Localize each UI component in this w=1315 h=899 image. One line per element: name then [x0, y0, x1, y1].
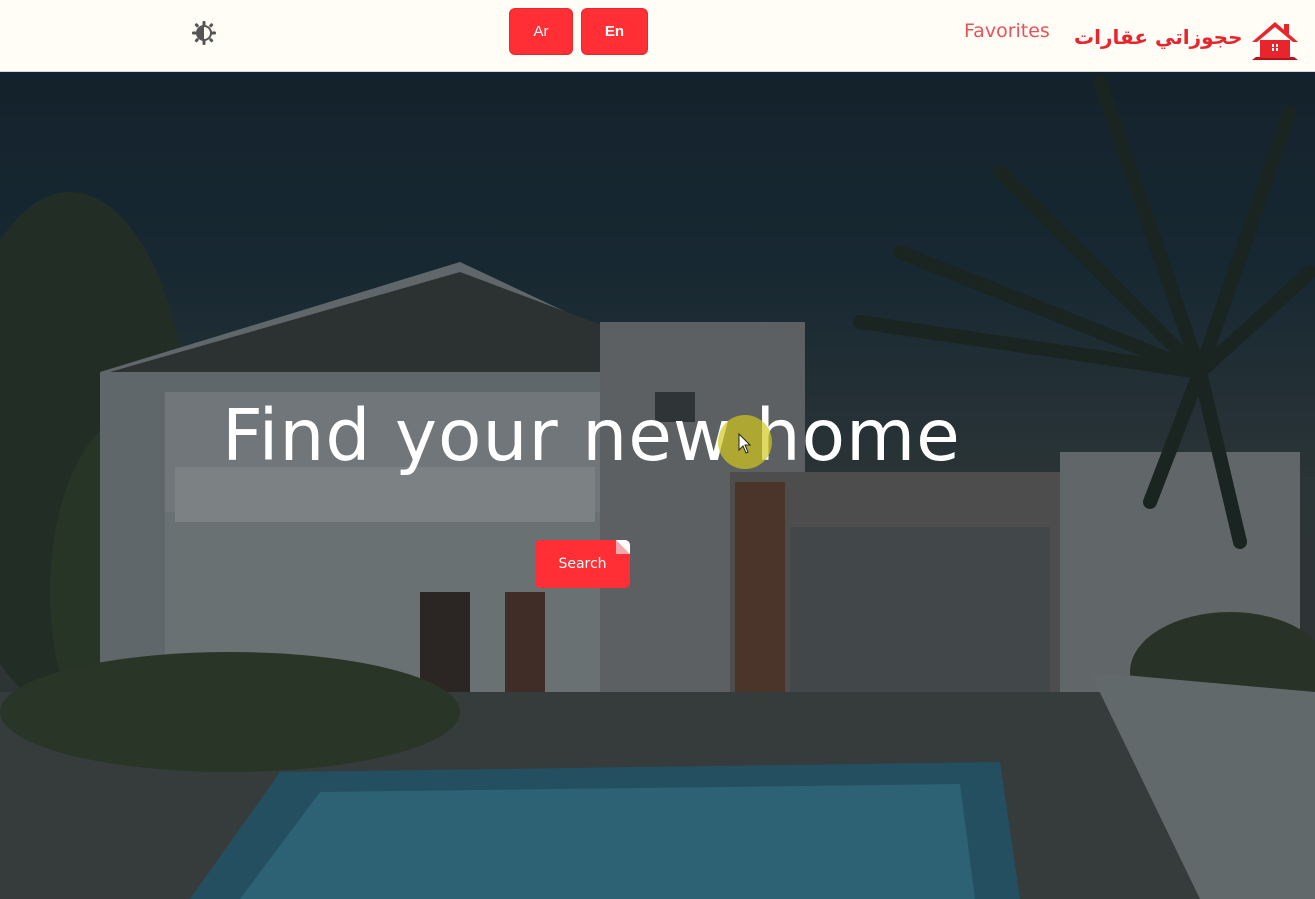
favorites-link[interactable]: Favorites — [964, 20, 1050, 42]
brand-home-link[interactable]: حجوزاتي عقارات — [1074, 14, 1302, 62]
house-logo-icon — [1252, 22, 1299, 60]
lang-ar-button[interactable]: Ar — [509, 8, 573, 55]
hero-section: Find your new home Search — [0, 72, 1315, 899]
hero-dark-overlay — [0, 72, 1315, 899]
top-navbar: Ar En Favorites حجوزاتي عقارات — [0, 0, 1315, 72]
lang-en-button[interactable]: En — [581, 8, 648, 55]
hero-title: Find your new home — [222, 394, 961, 477]
mouse-pointer-icon — [738, 433, 752, 454]
theme-toggle-icon[interactable] — [191, 20, 217, 46]
brand-title: حجوزاتي عقارات — [1074, 25, 1243, 49]
search-button[interactable]: Search — [535, 540, 630, 588]
corner-fold-icon — [616, 540, 630, 554]
search-button-label: Search — [558, 556, 607, 572]
